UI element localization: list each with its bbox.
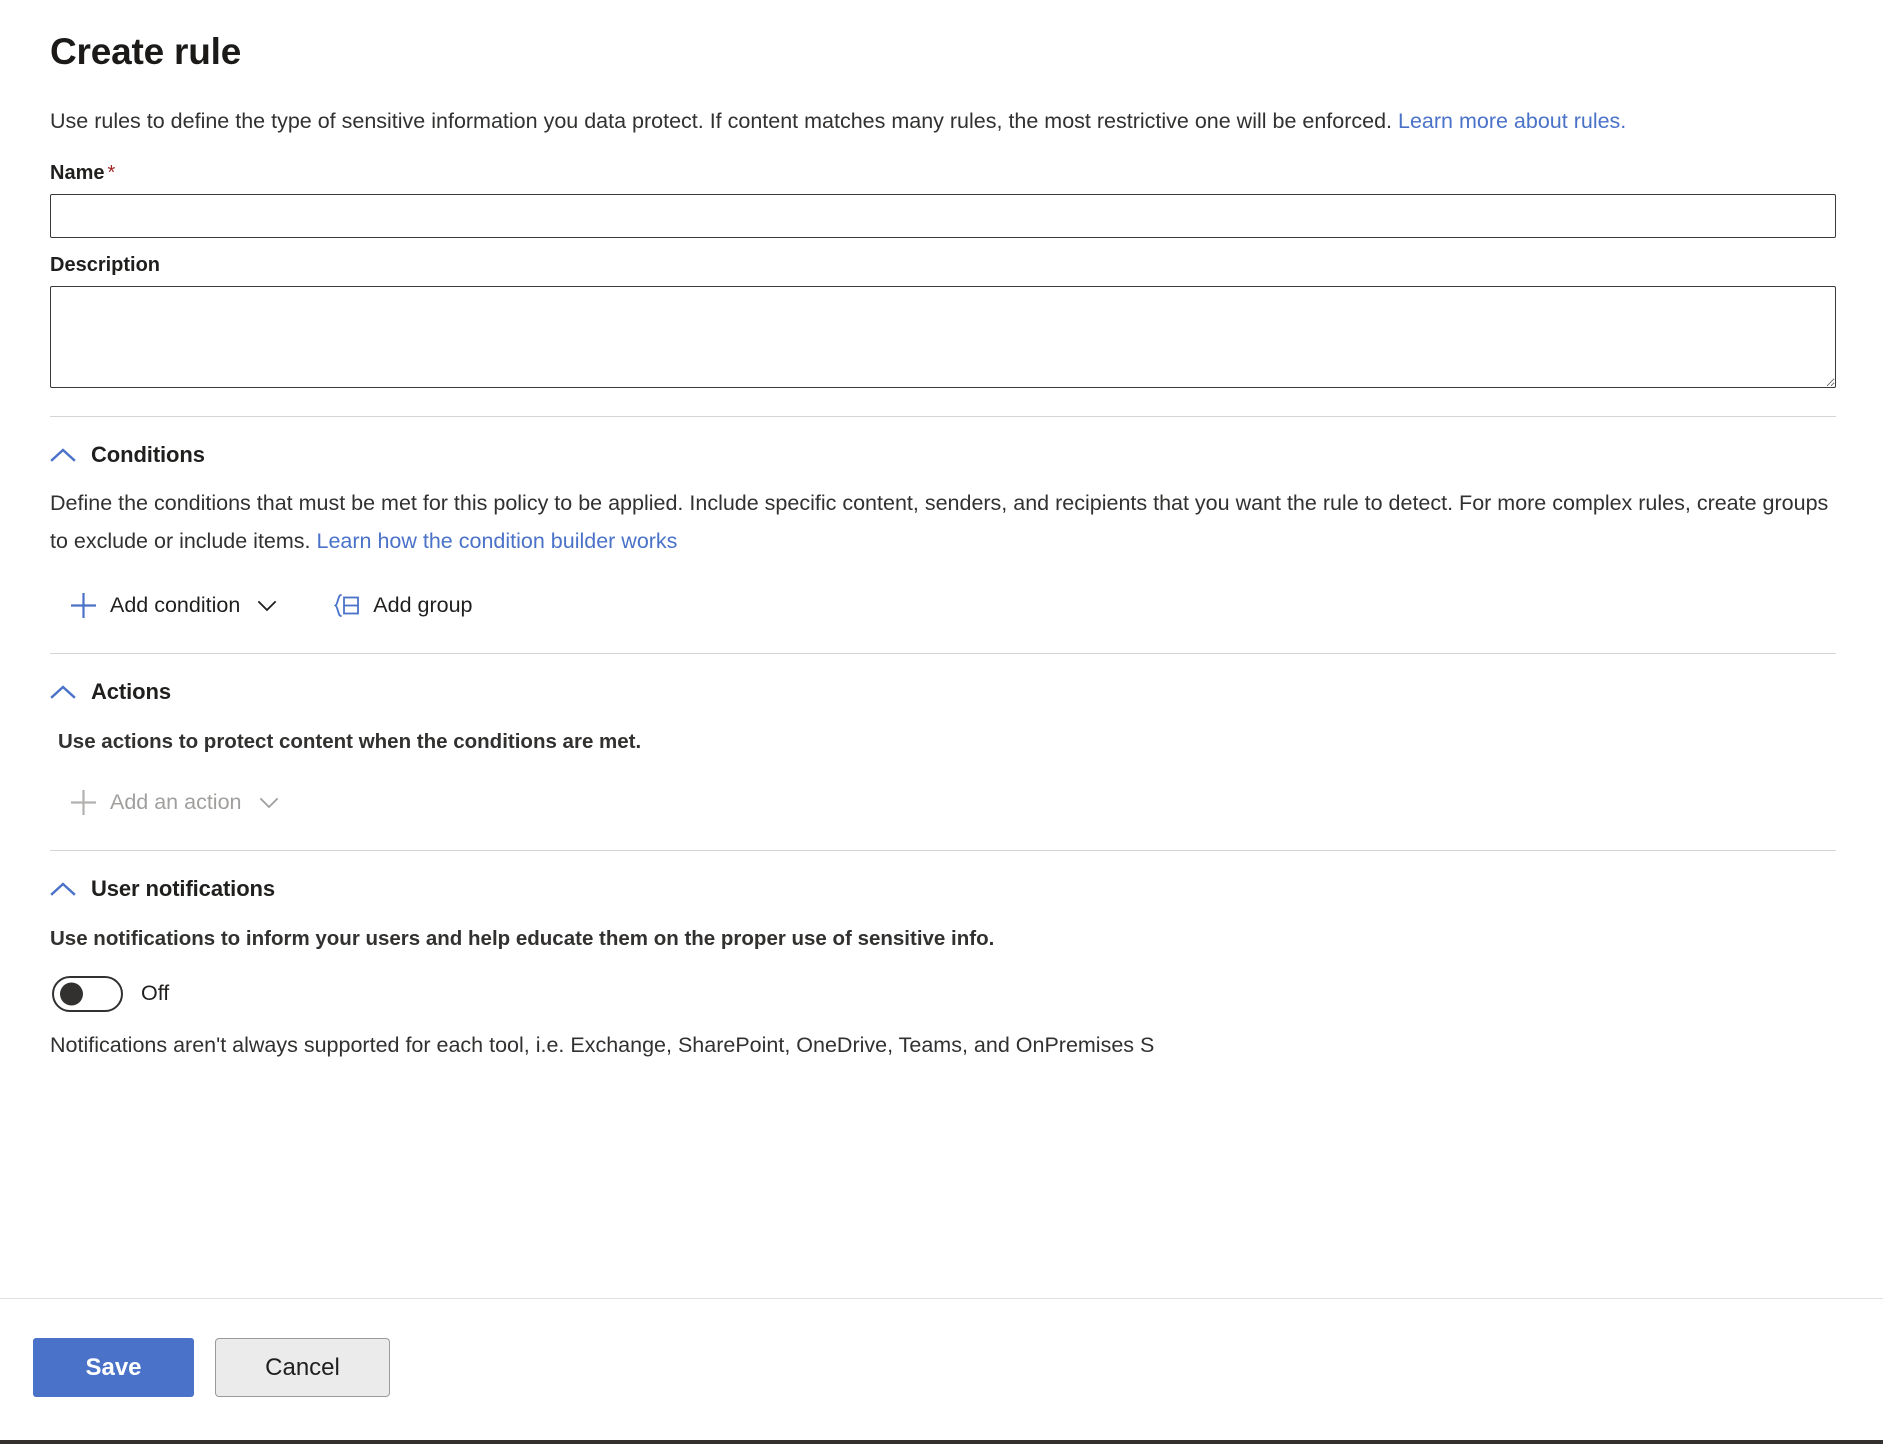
- divider-after-actions: [50, 850, 1836, 851]
- page-title: Create rule: [50, 30, 1833, 74]
- description-textarea[interactable]: [50, 286, 1836, 388]
- actions-section-toggle[interactable]: Actions: [50, 679, 171, 705]
- conditions-section-title: Conditions: [91, 442, 205, 468]
- user-notifications-section-toggle[interactable]: User notifications: [50, 876, 275, 902]
- chevron-up-icon: [50, 684, 76, 700]
- name-label-text: Name: [50, 162, 104, 184]
- plus-icon: [70, 789, 97, 816]
- intro-text: Use rules to define the type of sensitiv…: [50, 109, 1398, 133]
- name-input[interactable]: [50, 194, 1836, 238]
- divider-after-description: [50, 416, 1836, 417]
- user-notifications-toggle[interactable]: [52, 976, 123, 1012]
- form-footer-actions: Save Cancel: [0, 1298, 1883, 1436]
- learn-more-about-rules-link[interactable]: Learn more about rules.: [1398, 109, 1626, 133]
- cancel-button[interactable]: Cancel: [215, 1338, 390, 1397]
- name-field-label: Name*: [50, 162, 1833, 185]
- chevron-down-icon: [259, 796, 279, 809]
- divider-after-conditions: [50, 653, 1836, 654]
- user-notifications-toggle-state: Off: [141, 981, 169, 1006]
- conditions-description: Define the conditions that must be met f…: [50, 484, 1833, 560]
- add-group-icon: [333, 593, 360, 618]
- add-an-action-label: Add an action: [110, 792, 242, 814]
- user-notifications-support-note: Notifications aren't always supported fo…: [50, 1030, 1833, 1060]
- conditions-section-toggle[interactable]: Conditions: [50, 442, 205, 468]
- add-group-button[interactable]: Add group: [325, 587, 480, 624]
- conditions-command-row: Add condition Add group: [50, 586, 1833, 625]
- rule-form-scroll-area[interactable]: Create rule Use rules to define the type…: [0, 0, 1883, 1302]
- chevron-down-icon: [257, 599, 277, 612]
- user-notifications-toggle-row: Off: [50, 976, 1833, 1012]
- add-condition-label: Add condition: [110, 595, 240, 617]
- user-notifications-section-title: User notifications: [91, 876, 275, 902]
- user-notifications-description: Use notifications to inform your users a…: [50, 924, 1833, 954]
- add-condition-button[interactable]: Add condition: [62, 586, 285, 625]
- add-an-action-button[interactable]: Add an action: [62, 783, 287, 822]
- actions-command-row: Add an action: [50, 783, 1833, 822]
- chevron-up-icon: [50, 447, 76, 463]
- page-intro-text: Use rules to define the type of sensitiv…: [50, 102, 1730, 140]
- create-rule-panel: Create rule Use rules to define the type…: [0, 0, 1883, 1444]
- chevron-up-icon: [50, 881, 76, 897]
- actions-section-title: Actions: [91, 679, 171, 705]
- actions-description: Use actions to protect content when the …: [50, 727, 1833, 757]
- required-asterisk: *: [107, 162, 115, 184]
- add-group-label: Add group: [373, 595, 472, 617]
- description-field-label: Description: [50, 254, 1833, 277]
- condition-builder-link[interactable]: Learn how the condition builder works: [317, 529, 678, 553]
- save-button[interactable]: Save: [33, 1338, 194, 1397]
- toggle-knob: [60, 982, 83, 1005]
- plus-icon: [70, 592, 97, 619]
